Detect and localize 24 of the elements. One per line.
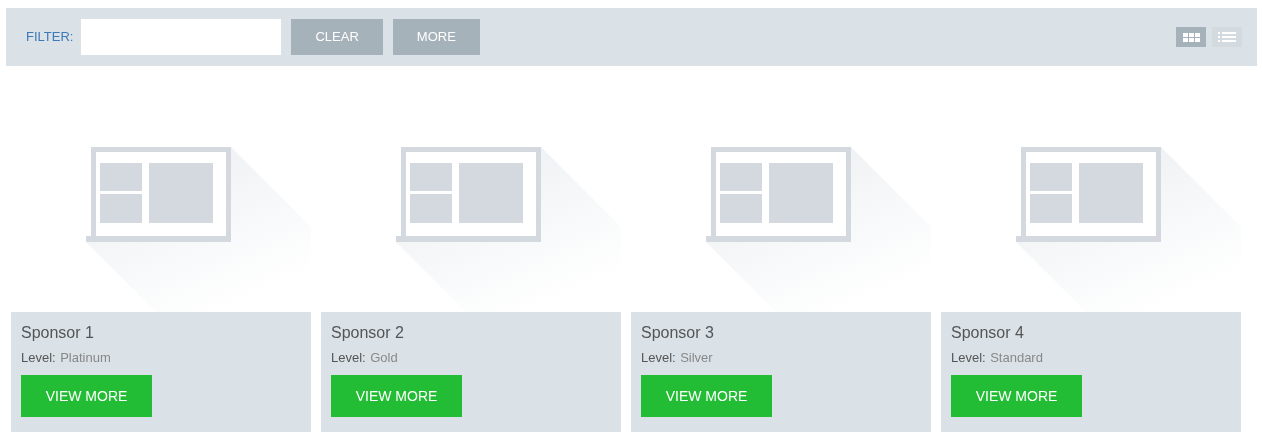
level-label: Level: (951, 350, 986, 365)
level-value: Silver (680, 350, 713, 365)
clear-button[interactable]: CLEAR (291, 19, 383, 55)
sponsor-name: Sponsor 2 (331, 323, 405, 343)
sponsor-name: Sponsor 4 (951, 323, 1025, 343)
grid-view-button[interactable] (1176, 27, 1206, 47)
filter-field[interactable] (81, 19, 282, 55)
filter-label: FILTER: (26, 28, 74, 47)
view-more-button[interactable]: VIEW MORE (331, 375, 462, 417)
list-view-button[interactable] (1212, 27, 1242, 47)
level-label: Level: (641, 350, 676, 365)
view-more-button[interactable]: VIEW MORE (21, 375, 152, 417)
level-label: Level: (21, 350, 56, 365)
sponsor-name: Sponsor 1 (21, 323, 95, 343)
view-more-button[interactable]: VIEW MORE (951, 375, 1082, 417)
list-icon (1218, 32, 1236, 42)
level-value: Gold (370, 350, 398, 365)
more-button[interactable]: MORE (392, 19, 480, 55)
grid-icon (1182, 32, 1200, 42)
level-value: Standard (990, 350, 1043, 365)
sponsor-name: Sponsor 3 (641, 323, 715, 343)
level-value: Platinum (60, 350, 111, 365)
view-more-button[interactable]: VIEW MORE (641, 375, 772, 417)
level-label: Level: (331, 350, 366, 365)
